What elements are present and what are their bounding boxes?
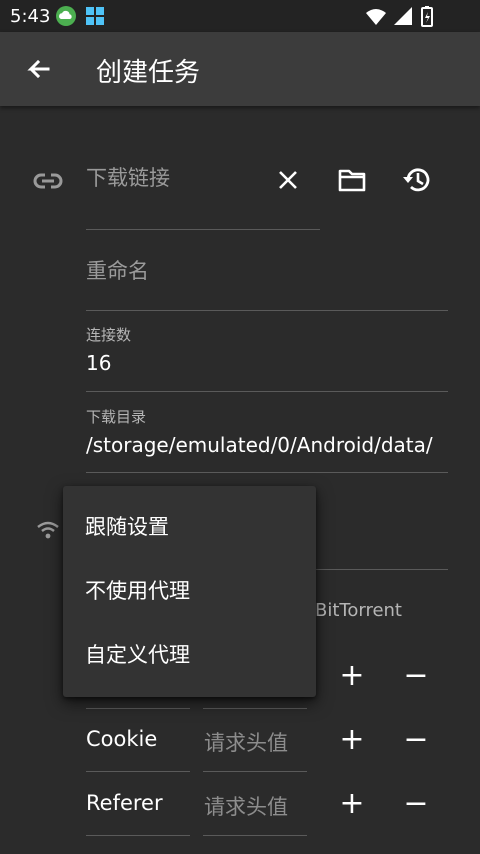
arrow-back-icon[interactable] xyxy=(20,52,56,88)
header-name-underline xyxy=(86,835,190,836)
menu-item-no-proxy[interactable]: 不使用代理 xyxy=(63,559,316,623)
connections-underline xyxy=(86,391,448,392)
menu-item-follow-settings[interactable]: 跟随设置 xyxy=(63,495,316,559)
download-url-input[interactable]: 下载链接 xyxy=(86,162,266,206)
rename-placeholder: 重命名 xyxy=(86,259,149,283)
remove-header-button[interactable]: − xyxy=(401,722,431,757)
page-title: 创建任务 xyxy=(96,58,201,88)
header-name-field[interactable]: Cookie xyxy=(86,727,157,751)
remove-header-button[interactable]: − xyxy=(401,786,431,821)
wifi-icon xyxy=(366,9,386,25)
connections-label: 连接数 xyxy=(86,326,132,344)
download-dir-label: 下载目录 xyxy=(86,408,147,426)
header-value-field[interactable]: 请求头值 xyxy=(204,727,288,757)
proxy-popup-menu: 跟随设置 不使用代理 自定义代理 xyxy=(63,486,316,697)
history-icon[interactable] xyxy=(400,163,434,197)
header-value-underline xyxy=(203,708,307,709)
grid-app-notification-icon xyxy=(86,7,104,25)
download-dir-value: /storage/emulated/0/Android/data/ xyxy=(86,433,433,457)
bittorrent-label[interactable]: BitTorrent xyxy=(315,600,402,621)
connections-value: 16 xyxy=(86,351,112,375)
connections-field[interactable]: 连接数 16 xyxy=(86,324,448,384)
url-underline xyxy=(86,229,320,230)
header-name-underline xyxy=(86,708,190,709)
proxy-underline xyxy=(316,569,448,570)
link-icon xyxy=(32,165,64,201)
header-value-underline xyxy=(203,771,307,772)
download-dir-field[interactable]: 下载目录 /storage/emulated/0/Android/data/ xyxy=(86,406,448,466)
header-value-underline xyxy=(203,835,307,836)
download-url-placeholder: 下载链接 xyxy=(86,166,170,190)
status-icons xyxy=(364,6,444,32)
status-bar: 5:43 xyxy=(0,0,480,32)
add-header-button[interactable]: + xyxy=(337,658,367,693)
menu-item-custom-proxy[interactable]: 自定义代理 xyxy=(63,623,316,687)
cloud-app-notification-icon xyxy=(56,6,76,26)
rename-input[interactable]: 重命名 xyxy=(86,255,448,295)
header-name-field[interactable]: Referer xyxy=(86,791,163,815)
wifi-proxy-icon xyxy=(36,518,60,546)
header-value-field[interactable]: 请求头值 xyxy=(204,791,288,821)
battery-charging-icon xyxy=(421,6,433,27)
add-header-button[interactable]: + xyxy=(337,722,367,757)
clear-icon[interactable] xyxy=(272,164,304,196)
download-dir-underline xyxy=(86,472,448,473)
rename-underline xyxy=(86,310,448,311)
remove-header-button[interactable]: − xyxy=(401,658,431,693)
status-time: 5:43 xyxy=(10,6,51,27)
add-header-button[interactable]: + xyxy=(337,786,367,821)
signal-icon xyxy=(394,7,412,25)
app-bar: 创建任务 xyxy=(0,32,480,106)
header-name-underline xyxy=(86,771,190,772)
folder-icon[interactable] xyxy=(336,164,368,196)
